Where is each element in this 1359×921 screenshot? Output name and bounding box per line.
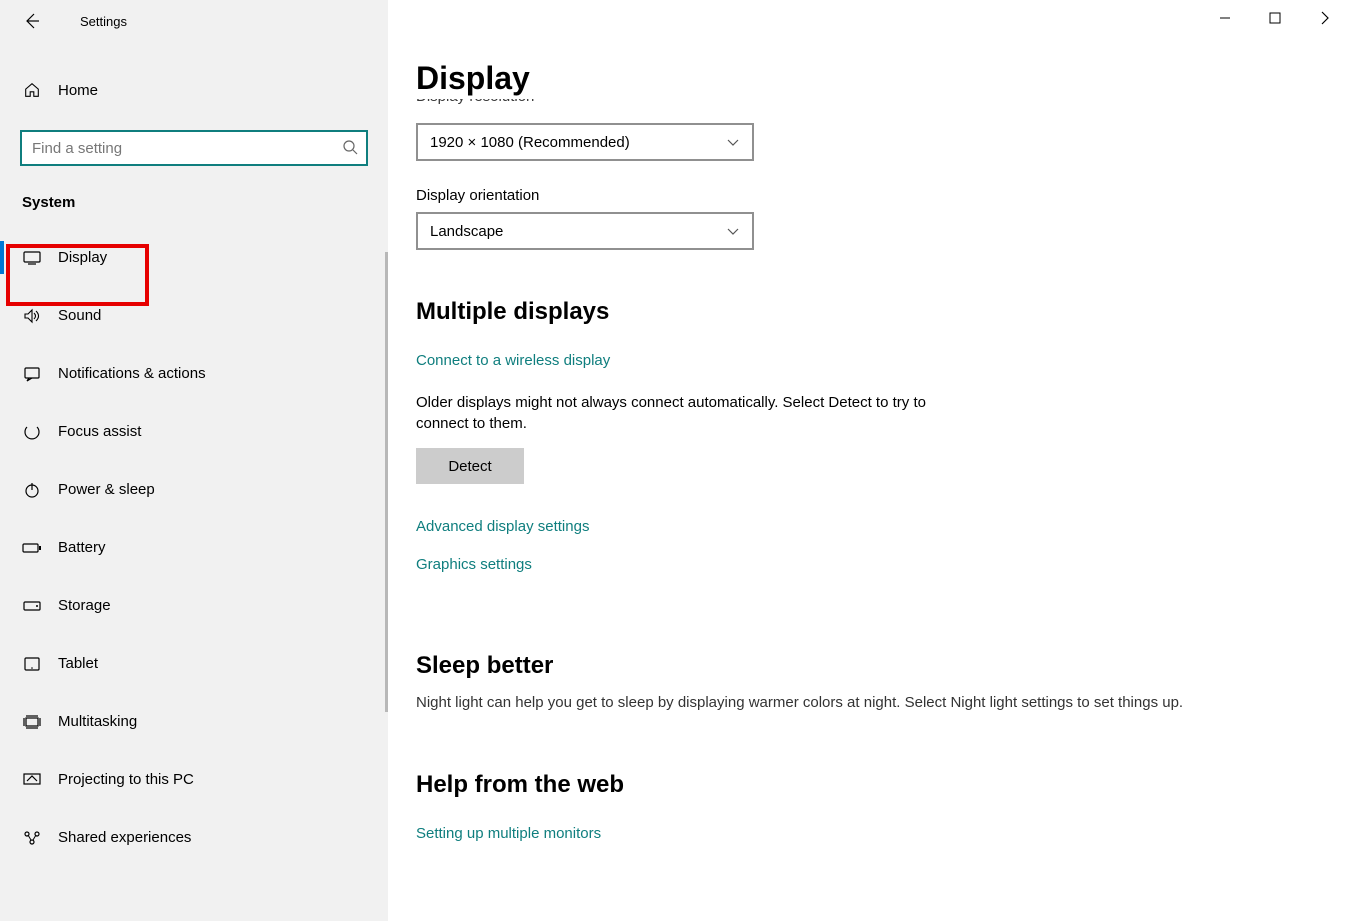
sidebar-item-label: Battery <box>58 539 106 556</box>
sidebar-item-battery[interactable]: Battery <box>0 525 388 570</box>
home-button[interactable]: Home <box>0 70 388 110</box>
category-label: System <box>0 194 388 211</box>
display-icon <box>22 251 42 265</box>
orientation-dropdown[interactable]: Landscape <box>416 212 754 250</box>
power-icon <box>22 481 42 499</box>
sidebar-item-label: Multitasking <box>58 713 137 730</box>
sleep-description: Night light can help you get to sleep by… <box>416 694 1316 711</box>
battery-icon <box>22 542 42 554</box>
nav-list: Display Sound Notifications & actions Fo… <box>0 235 388 860</box>
detect-description: Older displays might not always connect … <box>416 392 976 434</box>
main-content: Display Display resolution 1920 × 1080 (… <box>388 0 1359 921</box>
orientation-value: Landscape <box>430 223 503 240</box>
sidebar-item-label: Storage <box>58 597 111 614</box>
sidebar-item-sound[interactable]: Sound <box>0 293 388 338</box>
sidebar-item-shared[interactable]: Shared experiences <box>0 815 388 860</box>
next-button[interactable] <box>1317 10 1333 26</box>
sidebar: Settings Home System Display Sound Notif… <box>0 0 388 921</box>
detect-button[interactable]: Detect <box>416 448 524 484</box>
maximize-button[interactable] <box>1267 10 1283 26</box>
orientation-label: Display orientation <box>416 187 1331 204</box>
multiple-displays-heading: Multiple displays <box>416 298 1331 326</box>
sidebar-item-label: Display <box>58 249 107 266</box>
sidebar-item-power[interactable]: Power & sleep <box>0 467 388 512</box>
sidebar-item-label: Tablet <box>58 655 98 672</box>
home-label: Home <box>58 82 98 99</box>
connect-wireless-link[interactable]: Connect to a wireless display <box>416 352 610 369</box>
minimize-button[interactable] <box>1217 10 1233 26</box>
sidebar-item-storage[interactable]: Storage <box>0 583 388 628</box>
resolution-dropdown[interactable]: 1920 × 1080 (Recommended) <box>416 123 754 161</box>
graphics-settings-link[interactable]: Graphics settings <box>416 556 532 573</box>
sleep-better-heading: Sleep better <box>416 652 1331 680</box>
page-title: Display <box>416 60 1331 97</box>
sidebar-item-focus[interactable]: Focus assist <box>0 409 388 454</box>
back-button[interactable] <box>22 11 42 31</box>
sidebar-item-label: Shared experiences <box>58 829 191 846</box>
shared-icon <box>22 830 42 846</box>
sidebar-item-notifications[interactable]: Notifications & actions <box>0 351 388 396</box>
sidebar-item-projecting[interactable]: Projecting to this PC <box>0 757 388 802</box>
search-wrap <box>20 130 368 166</box>
search-input[interactable] <box>20 130 368 166</box>
sidebar-item-label: Notifications & actions <box>58 365 206 382</box>
projecting-icon <box>22 773 42 787</box>
app-title: Settings <box>80 14 127 29</box>
storage-icon <box>22 601 42 611</box>
sidebar-item-display[interactable]: Display <box>0 235 388 280</box>
chevron-down-icon <box>726 135 740 149</box>
focus-icon <box>22 423 42 441</box>
tablet-icon <box>22 657 42 671</box>
sidebar-item-label: Projecting to this PC <box>58 771 194 788</box>
notifications-icon <box>22 366 42 382</box>
multitasking-icon <box>22 715 42 729</box>
help-multiple-monitors-link[interactable]: Setting up multiple monitors <box>416 825 601 842</box>
resolution-value: 1920 × 1080 (Recommended) <box>430 134 630 151</box>
home-icon <box>22 81 42 99</box>
window-controls <box>1217 10 1333 26</box>
title-bar: Settings <box>0 0 388 42</box>
search-icon <box>342 139 358 155</box>
resolution-label: Display resolution <box>416 99 1331 113</box>
help-heading: Help from the web <box>416 771 1331 799</box>
sound-icon <box>22 308 42 324</box>
sidebar-item-label: Power & sleep <box>58 481 155 498</box>
sidebar-item-multitasking[interactable]: Multitasking <box>0 699 388 744</box>
advanced-display-link[interactable]: Advanced display settings <box>416 518 589 535</box>
sidebar-item-label: Focus assist <box>58 423 141 440</box>
sidebar-item-tablet[interactable]: Tablet <box>0 641 388 686</box>
sidebar-item-label: Sound <box>58 307 101 324</box>
chevron-down-icon <box>726 224 740 238</box>
